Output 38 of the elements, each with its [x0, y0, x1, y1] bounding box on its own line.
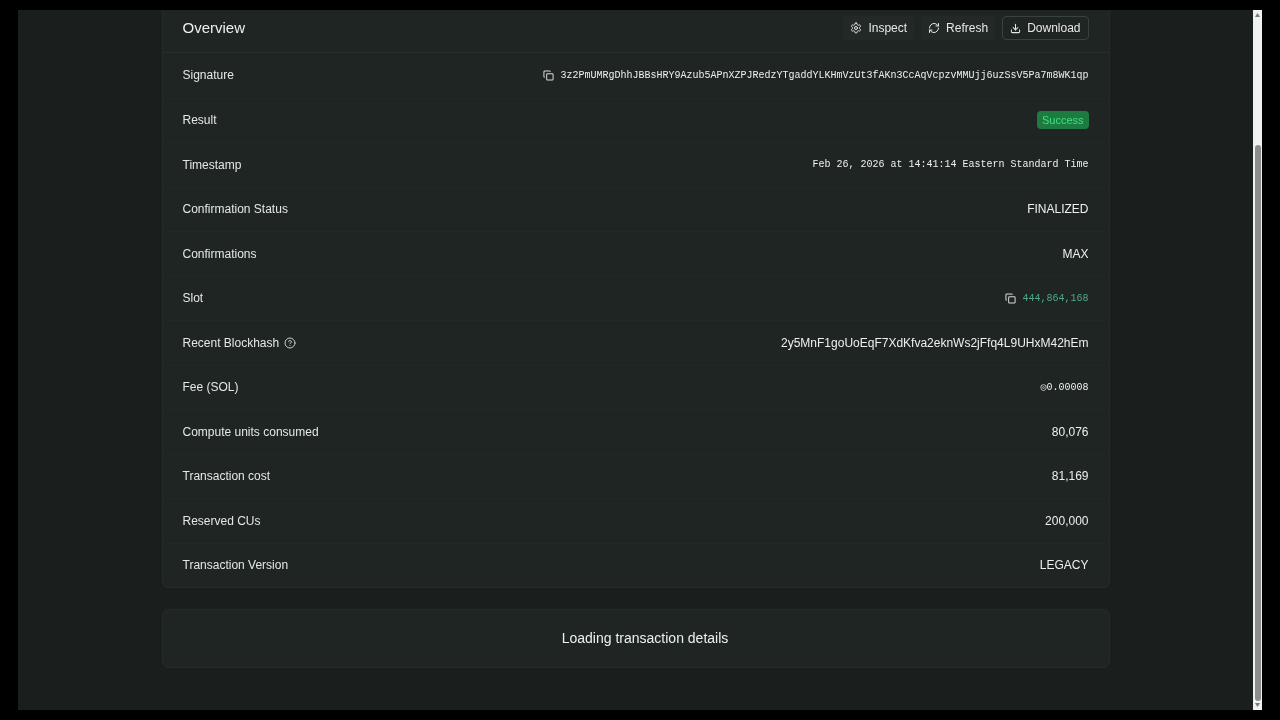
copy-icon[interactable]	[543, 69, 555, 81]
field-value: LEGACY	[1039, 557, 1089, 575]
action-button[interactable]: Download	[1002, 16, 1089, 40]
settings-icon	[850, 22, 863, 34]
field-label: Signature	[182, 67, 234, 85]
field-label: Confirmation Status	[182, 201, 288, 219]
loading-message: Loading transaction details	[561, 629, 729, 648]
field-label: Slot	[182, 290, 204, 308]
field-label: Reserved CUs	[182, 512, 261, 530]
copy-icon[interactable]	[1005, 292, 1017, 304]
field-label: Recent Blockhash	[182, 334, 280, 352]
download-icon	[1010, 22, 1022, 34]
field-label: Transaction Version	[182, 557, 289, 575]
field-label: Timestamp	[182, 156, 242, 174]
field-value: 80,076	[1051, 423, 1089, 441]
field-value: 81,169	[1051, 468, 1089, 486]
field-value: 2y5MnF1goUoEqF7XdKfva2eknWs2jFfq4L9UHxM42hEm	[781, 334, 1089, 352]
scroll-up-arrow-icon[interactable]	[1255, 13, 1260, 17]
card-title: Overview	[182, 18, 245, 38]
slot-link[interactable]: 444,864,168	[1022, 290, 1089, 306]
field-label: Compute units consumed	[182, 423, 319, 441]
field-value: 200,000	[1045, 512, 1089, 530]
refresh-icon	[928, 22, 941, 34]
action-button[interactable]: Refresh	[921, 16, 996, 40]
scrollbar-thumb[interactable]	[1254, 145, 1261, 701]
field-value: Feb 26, 2026 at 14:41:14 Eastern Standard Time	[812, 158, 1089, 173]
action-button[interactable]: Inspect	[843, 16, 915, 40]
scroll-down-arrow-icon[interactable]	[1255, 703, 1260, 707]
signature-value: 3z2PmUMRgDhhJBBsHRY9Azub5APnXZPJRedzYTgaddYLKHmVzUt3fAKn3CcAqVcpzvMMUjj6uzSsV5Pa7m8WK1qp	[560, 68, 1089, 83]
field-label: Confirmations	[182, 245, 257, 263]
field-value: ◎0.00008	[1040, 380, 1089, 395]
help-icon[interactable]	[284, 336, 297, 349]
field-value: MAX	[1062, 245, 1089, 263]
field-label: Fee (SOL)	[182, 379, 239, 397]
field-label: Result	[182, 112, 217, 130]
field-value: FINALIZED	[1027, 201, 1089, 219]
status-badge: Success	[1036, 111, 1089, 130]
field-label: Transaction cost	[182, 468, 271, 486]
